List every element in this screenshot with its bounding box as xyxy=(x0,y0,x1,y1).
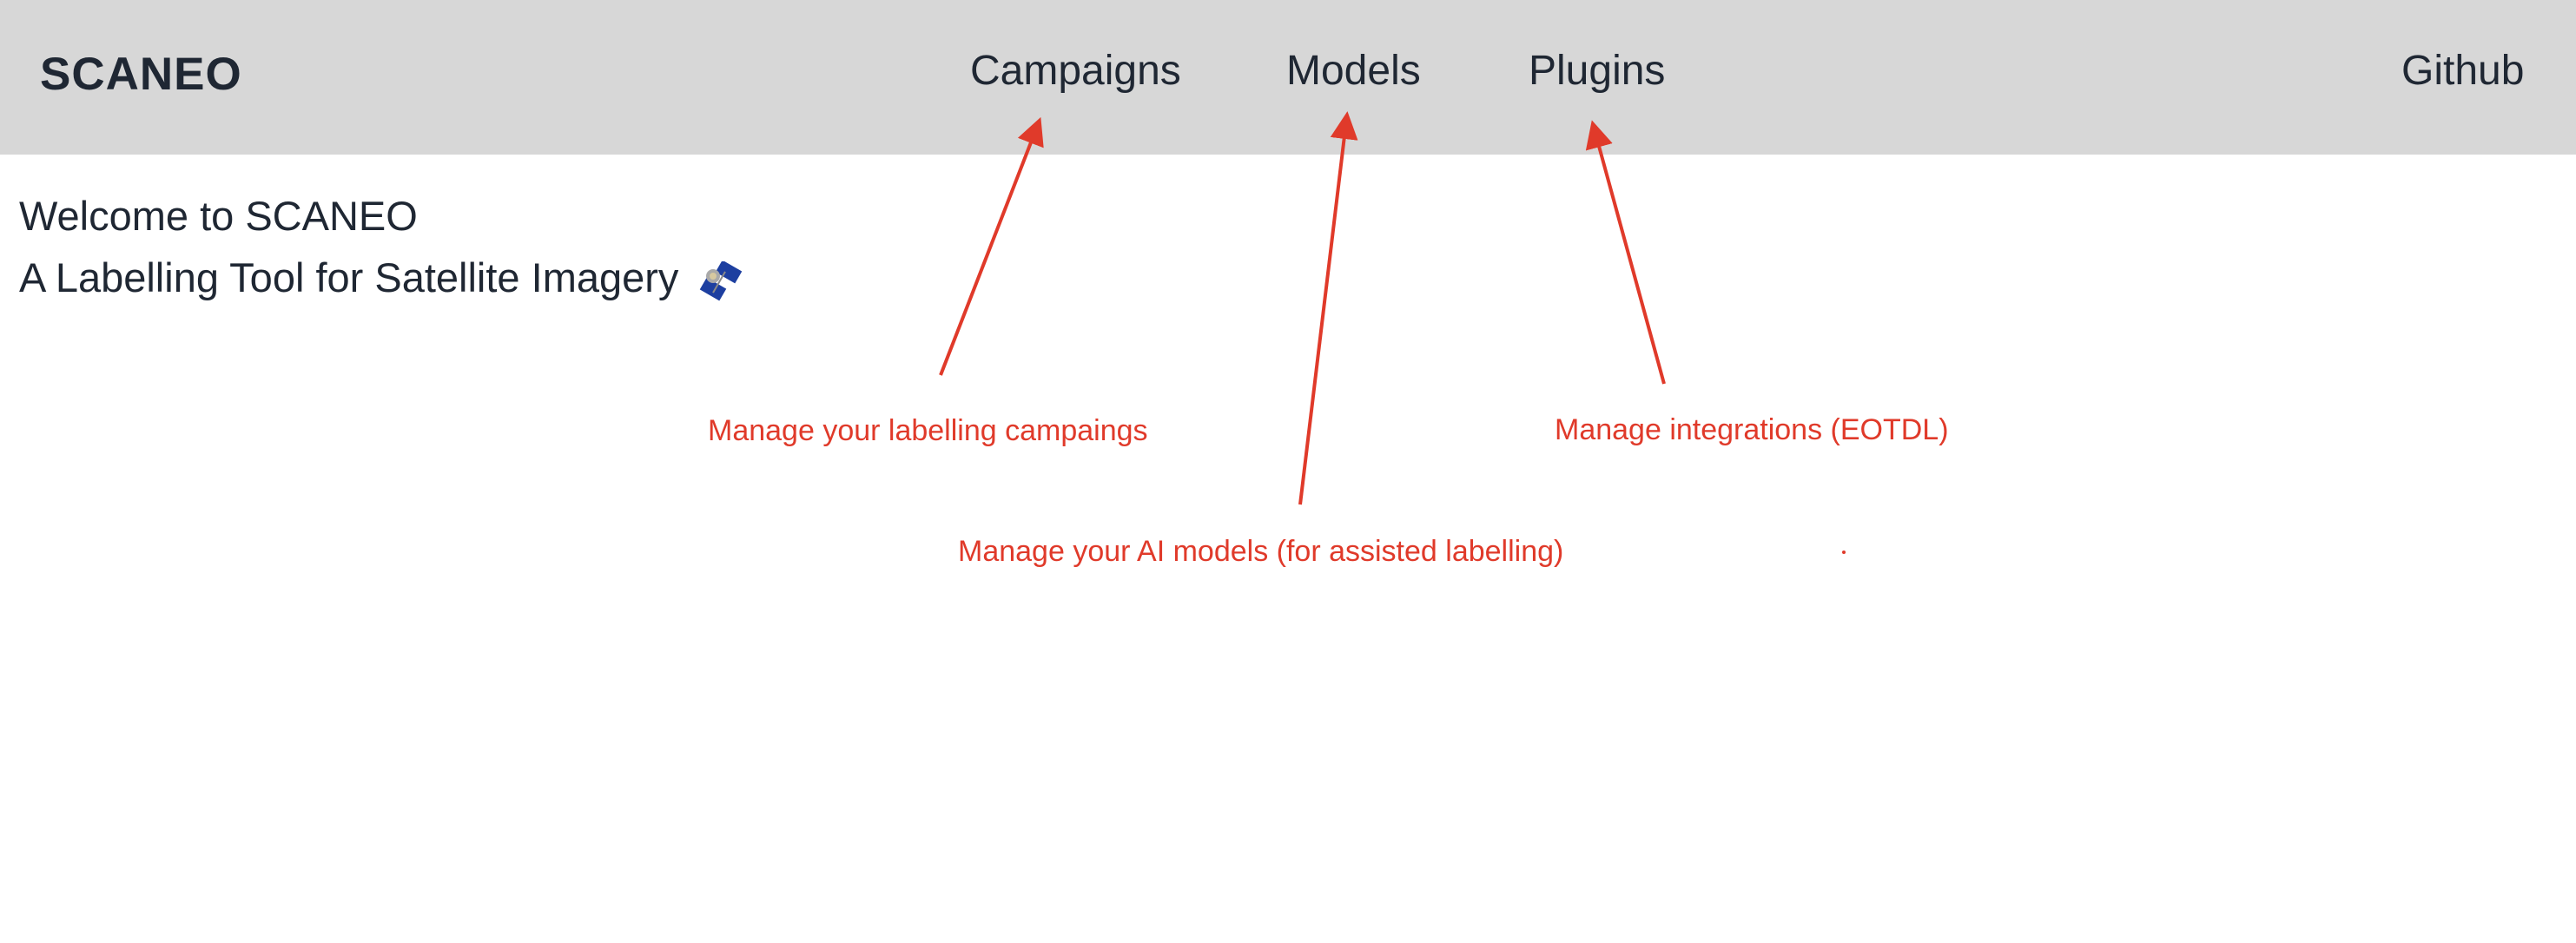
nav-link-campaigns[interactable]: Campaigns xyxy=(970,47,1181,95)
arrow-to-models xyxy=(1298,111,1358,505)
nav-link-github[interactable]: Github xyxy=(2401,47,2524,95)
arrow-to-campaigns xyxy=(939,116,1044,376)
annotation-campaigns: Manage your labelling campaings xyxy=(708,414,1148,447)
annotation-plugins: Manage integrations (EOTDL) xyxy=(1555,413,1949,446)
nav-link-plugins[interactable]: Plugins xyxy=(1529,47,1665,95)
nav-link-models[interactable]: Models xyxy=(1286,47,1421,95)
top-navbar: SCANEO Campaigns Models Plugins Github xyxy=(0,0,2576,155)
satellite-icon xyxy=(700,260,743,301)
welcome-subtitle: A Labelling Tool for Satellite Imagery xyxy=(19,254,679,300)
brand-logo[interactable]: SCANEO xyxy=(40,48,242,101)
arrow-to-plugins xyxy=(1585,120,1666,385)
annotation-dot xyxy=(1842,551,1846,554)
page: SCANEO Campaigns Models Plugins Github W… xyxy=(0,0,2576,943)
welcome-subtitle-line: A Labelling Tool for Satellite Imagery xyxy=(19,254,743,301)
annotation-models: Manage your AI models (for assisted labe… xyxy=(958,535,1564,568)
welcome-title: Welcome to SCANEO xyxy=(19,193,418,239)
